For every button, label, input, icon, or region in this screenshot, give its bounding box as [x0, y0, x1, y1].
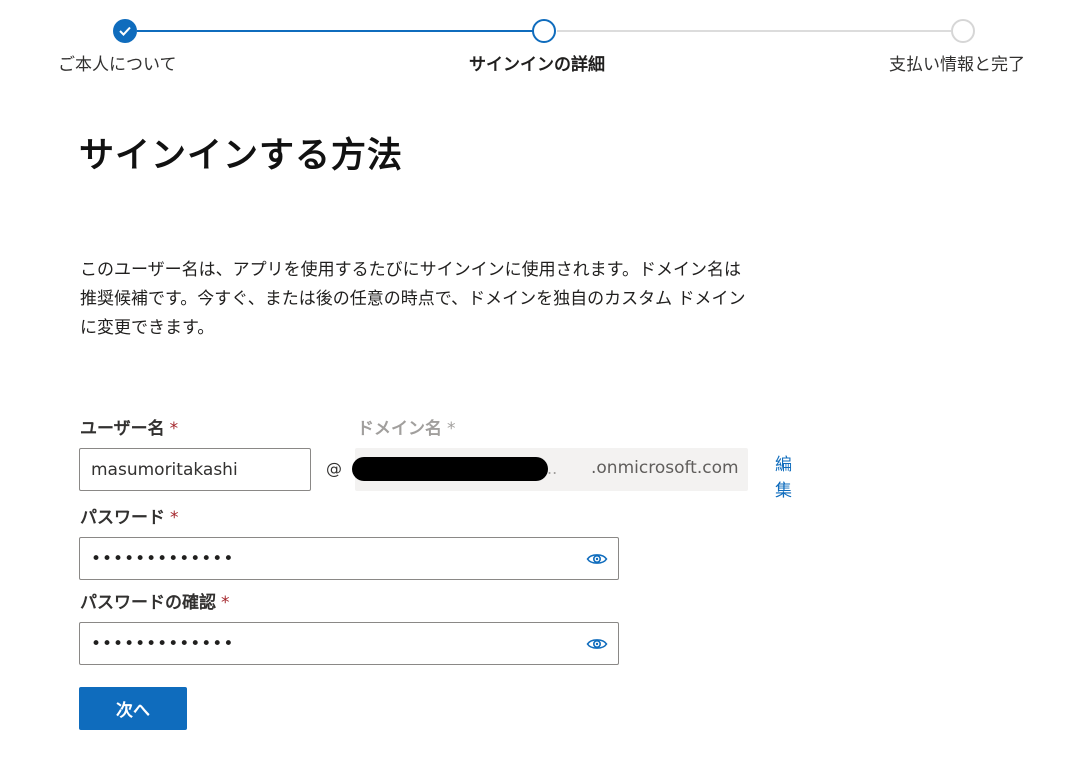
required-asterisk: * [169, 419, 179, 439]
confirm-password-masked-value: ••••••••••••• [91, 633, 235, 654]
domain-truncation: .. [547, 459, 558, 478]
username-label-text: ユーザー名 [80, 419, 165, 439]
next-button[interactable]: 次へ [79, 687, 187, 730]
step-label-payment-complete: 支払い情報と完了 [889, 55, 1025, 75]
at-sign: @ [326, 459, 342, 478]
eye-icon[interactable] [586, 550, 608, 568]
domain-label-text: ドメイン名 [357, 419, 442, 439]
step-upcoming-indicator [951, 19, 975, 43]
description-line: に変更できます。 [80, 318, 215, 338]
page-title: サインインする方法 [79, 136, 404, 176]
step-label-signin-details: サインインの詳細 [469, 55, 605, 75]
username-input[interactable]: masumoritakashi [79, 448, 311, 491]
description-line: このユーザー名は、アプリを使用するたびにサインインに使用されます。ドメイン名は [80, 260, 741, 280]
step-current-indicator [532, 19, 556, 43]
confirm-password-label-text: パスワードの確認 [80, 593, 216, 613]
stepper-progress-line-complete [137, 30, 533, 32]
username-label: ユーザー名 * [80, 414, 178, 439]
confirm-password-input[interactable]: ••••••••••••• [79, 622, 619, 665]
eye-icon[interactable] [586, 635, 608, 653]
stepper-progress-line-upcoming [557, 30, 951, 32]
required-asterisk: * [447, 419, 456, 439]
domain-suffix: .onmicrosoft.com [591, 458, 739, 478]
step-label-about-you: ご本人について [58, 55, 177, 75]
confirm-password-label: パスワードの確認 * [80, 588, 230, 613]
redacted-domain-prefix [352, 457, 548, 481]
domain-label: ドメイン名 * [357, 414, 456, 439]
username-value: masumoritakashi [91, 459, 238, 480]
required-asterisk: * [221, 593, 230, 613]
page-description: このユーザー名は、アプリを使用するたびにサインインに使用されます。ドメイン名は … [80, 256, 840, 343]
edit-domain-link[interactable]: 編集 [775, 452, 797, 504]
password-label-text: パスワード [80, 508, 165, 528]
password-input[interactable]: ••••••••••••• [79, 537, 619, 580]
step-complete-check-icon [113, 19, 137, 43]
password-label: パスワード * [80, 503, 179, 528]
password-masked-value: ••••••••••••• [91, 548, 235, 569]
description-line: 推奨候補です。今すぐ、または後の任意の時点で、ドメインを独自のカスタム ドメイン [80, 289, 746, 309]
required-asterisk: * [170, 508, 179, 528]
